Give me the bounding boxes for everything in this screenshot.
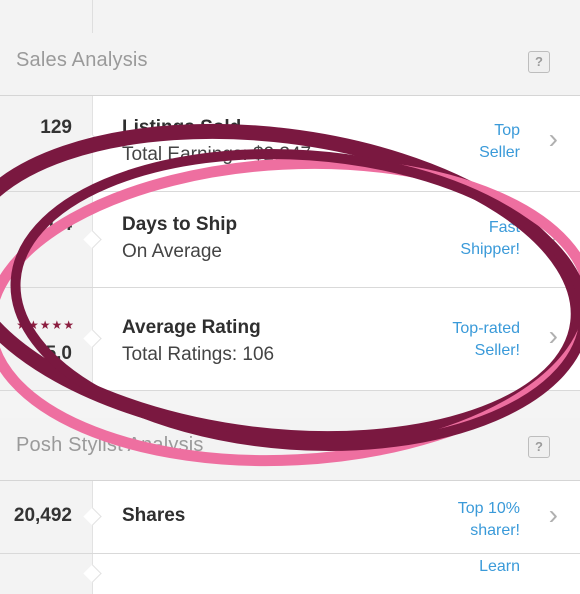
badge-line: Fast <box>488 219 520 236</box>
stat-value-cell: ★★★★★ 5.0 <box>0 288 93 390</box>
badge-line: Top-rated <box>452 320 520 337</box>
posh-stylist-analysis-header: Posh Stylist Analysis ? <box>0 418 580 481</box>
stat-value-cell: 1.4 <box>0 192 93 287</box>
stat-subtitle: Total Ratings: 106 <box>122 344 275 365</box>
column-divider <box>92 0 93 33</box>
star-icon: ★★★★★ <box>16 318 75 332</box>
badge-line: Top 10% <box>457 500 520 517</box>
stat-badge[interactable]: Fast Shipper! <box>460 217 520 261</box>
stat-row-partial[interactable]: Learn <box>0 554 580 594</box>
stat-row-days-to-ship[interactable]: 1.4 Days to Ship On Average Fast Shipper… <box>0 192 580 288</box>
stat-row-average-rating[interactable]: ★★★★★ 5.0 Average Rating Total Ratings: … <box>0 288 580 391</box>
stat-title: Listings Sold <box>122 117 242 138</box>
badge-line: Learn <box>479 558 520 575</box>
sales-analysis-header: Sales Analysis ? <box>0 33 580 96</box>
stat-value: 5.0 <box>45 343 72 364</box>
stat-title: Average Rating <box>122 317 261 338</box>
stat-value-cell: 20,492 <box>0 481 93 553</box>
stat-value: 129 <box>40 117 72 138</box>
chevron-right-icon[interactable]: › <box>549 220 558 252</box>
stat-badge[interactable]: Top Seller <box>479 120 520 164</box>
section-title: Posh Stylist Analysis <box>16 434 204 456</box>
question-icon[interactable]: ? <box>528 51 550 73</box>
chevron-right-icon[interactable]: › <box>549 499 558 531</box>
stat-value: 1.4 <box>45 214 72 235</box>
section-title: Sales Analysis <box>16 49 148 71</box>
chevron-right-icon[interactable]: › <box>549 320 558 352</box>
stat-value-cell: 129 <box>0 96 93 191</box>
seller-stats-screen: Sales Analysis ? 129 Listings Sold Total… <box>0 0 580 594</box>
stat-badge[interactable]: Top-rated Seller! <box>452 318 520 362</box>
learn-link[interactable]: Learn <box>479 556 520 578</box>
previous-row-strip <box>0 0 580 34</box>
badge-line: Seller! <box>474 342 520 359</box>
stat-row-listings-sold[interactable]: 129 Listings Sold Total Earnings: $2,347… <box>0 96 580 192</box>
badge-line: Seller <box>479 144 520 161</box>
badge-line: sharer! <box>470 522 520 539</box>
stat-badge[interactable]: Top 10% sharer! <box>458 498 520 542</box>
stat-value-cell <box>0 554 93 594</box>
badge-line: Shipper! <box>460 241 520 258</box>
stat-subtitle: On Average <box>122 241 223 262</box>
badge-line: Top <box>494 122 520 139</box>
stat-title: Days to Ship <box>122 214 238 235</box>
stat-subtitle: Total Earnings: $2,347 <box>122 144 312 165</box>
chevron-right-icon[interactable]: › <box>549 123 558 155</box>
stat-value: 20,492 <box>13 505 72 526</box>
question-icon[interactable]: ? <box>528 436 550 458</box>
stat-row-shares[interactable]: 20,492 Shares Top 10% sharer! › <box>0 481 580 554</box>
stat-title: Shares <box>122 505 186 526</box>
